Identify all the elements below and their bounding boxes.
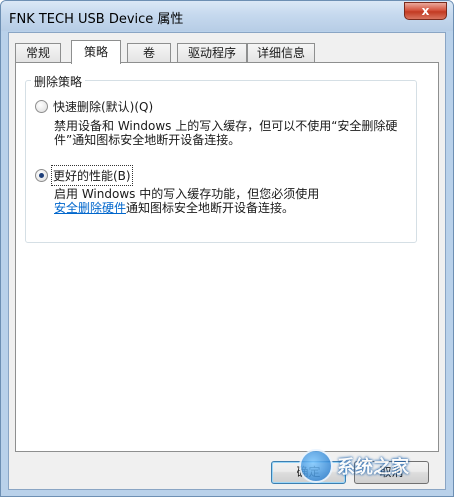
better-performance-radio[interactable] — [35, 169, 48, 182]
quick-removal-option[interactable]: 快速删除(默认)(Q) — [35, 98, 153, 115]
window-title: FNK TECH USB Device 属性 — [9, 12, 184, 27]
better-performance-option[interactable]: 更好的性能(B) — [35, 165, 133, 186]
policies-panel: 删除策略 快速删除(默认)(Q) 禁用设备和 Windows 上的写入缓存，但可… — [15, 62, 439, 452]
dialog-client-area: 常规 策略 卷 驱动程序 详细信息 删除策略 快速删除(默认)(Q) 禁用设备和… — [8, 32, 446, 490]
properties-window: FNK TECH USB Device 属性 x 常规 策略 卷 驱动程序 详细… — [0, 0, 454, 497]
quick-removal-description: 禁用设备和 Windows 上的写入缓存，但可以不使用“安全删除硬件”通知图标安… — [54, 119, 398, 147]
title-bar[interactable]: FNK TECH USB Device 属性 x — [1, 1, 453, 31]
watermark-logo-icon — [299, 449, 333, 483]
tab-volumes[interactable]: 卷 — [127, 43, 171, 63]
watermark: 系统之家 — [299, 449, 409, 483]
tab-driver[interactable]: 驱动程序 — [177, 43, 247, 63]
tab-general[interactable]: 常规 — [15, 43, 61, 63]
watermark-text: 系统之家 — [337, 457, 409, 478]
better-performance-label[interactable]: 更好的性能(B) — [51, 165, 133, 186]
tab-policies[interactable]: 策略 — [71, 40, 121, 64]
safely-remove-hardware-link[interactable]: 安全删除硬件 — [54, 201, 126, 215]
group-title: 删除策略 — [31, 73, 86, 90]
tab-strip: 常规 策略 卷 驱动程序 详细信息 — [15, 40, 435, 64]
quick-removal-label[interactable]: 快速删除(默认)(Q) — [53, 98, 153, 115]
quick-removal-radio[interactable] — [35, 100, 48, 113]
better-performance-description: 启用 Windows 中的写入缓存功能，但您必须使用 安全删除硬件通知图标安全地… — [54, 187, 414, 215]
close-icon: x — [421, 4, 430, 18]
tab-details[interactable]: 详细信息 — [247, 43, 315, 63]
description-text: 启用 Windows 中的写入缓存功能，但您必须使用 — [54, 187, 320, 201]
close-button[interactable]: x — [404, 2, 447, 20]
description-text-suffix: 通知图标安全地断开设备连接。 — [126, 201, 295, 215]
